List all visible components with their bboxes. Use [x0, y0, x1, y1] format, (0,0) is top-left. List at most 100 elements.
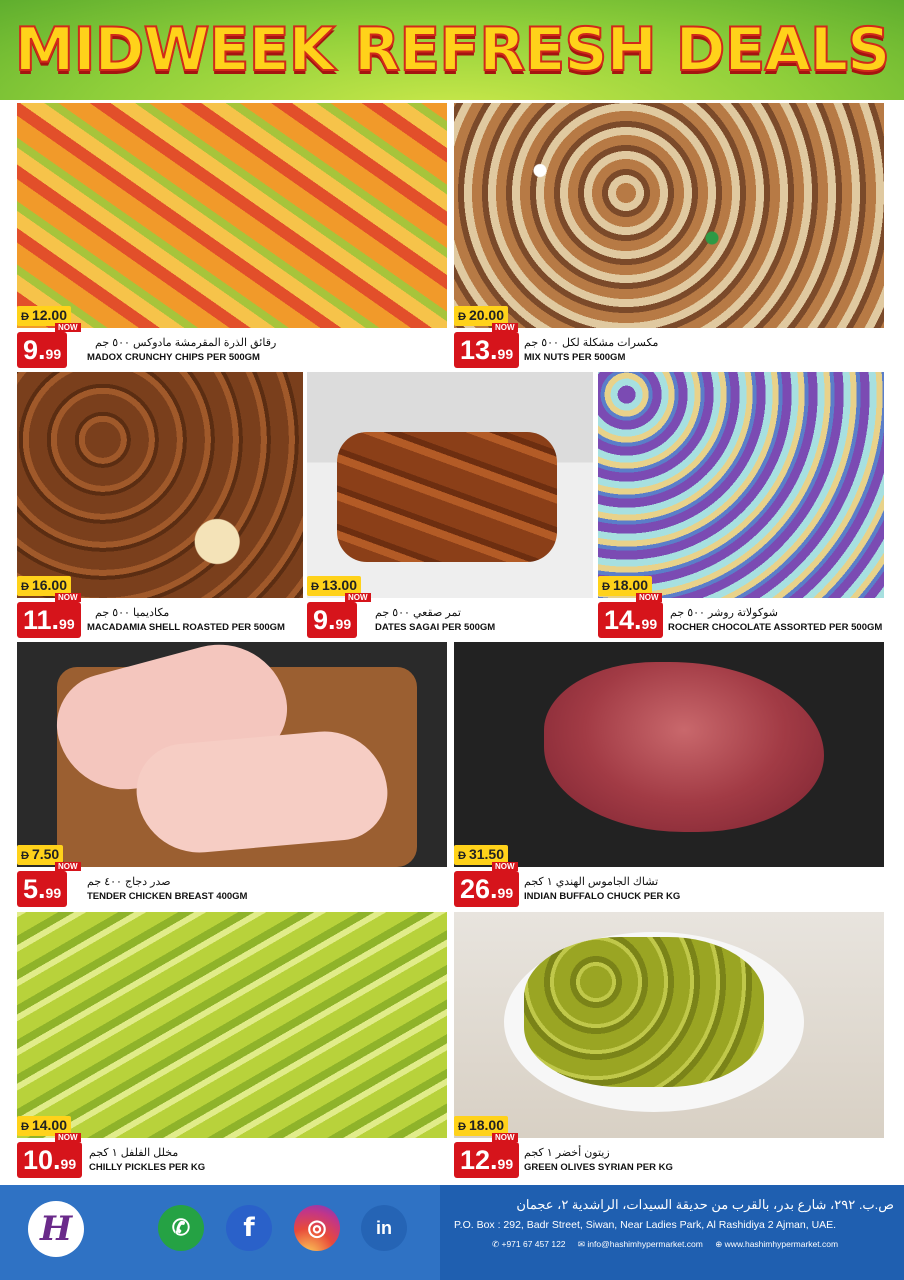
price-dec: 99	[60, 1156, 77, 1172]
product-name-en: DATES SAGAI PER 500GM	[375, 622, 496, 633]
old-price: 7.50	[31, 846, 60, 862]
price-dec: 99	[497, 1156, 514, 1172]
phone-number[interactable]: +971 67 457 122	[501, 1239, 565, 1249]
price-int: 14.	[604, 605, 642, 635]
currency-symbol: D	[458, 1121, 466, 1133]
instagram-glyph: ◎	[307, 1215, 327, 1240]
price-dec: 99	[45, 885, 62, 901]
hashim-logo[interactable]: H	[28, 1201, 84, 1257]
price-badge: 9.99	[307, 602, 358, 638]
product-tile[interactable]: D 18.00 NOW 12.99 زيتون أخضر ١ كجم GREEN …	[454, 912, 884, 1178]
currency-symbol: D	[602, 581, 610, 593]
facebook-icon[interactable]: f	[226, 1205, 272, 1251]
now-label: NOW	[636, 593, 662, 602]
price-badge: 13.99	[454, 332, 520, 368]
price-dec: 99	[497, 346, 514, 362]
price-int: 13.	[460, 335, 498, 365]
product-tile[interactable]: D 13.00 NOW 9.99 تمر صقعي ٥٠٠ جم DATES SA…	[307, 372, 593, 638]
price-dec: 99	[335, 616, 352, 632]
product-name-ar: مخلل الفلفل ١ كجم	[89, 1147, 179, 1159]
price-int: 9.	[313, 605, 336, 635]
price-int: 26.	[460, 874, 498, 904]
product-name-ar: مكسرات مشكلة لكل ٥٠٠ جم	[524, 337, 659, 349]
instagram-icon[interactable]: ◎	[294, 1205, 340, 1251]
price-int: 9.	[23, 335, 46, 365]
whatsapp-icon[interactable]: ✆	[158, 1205, 204, 1251]
old-price: 18.00	[612, 577, 648, 593]
product-name-en: TENDER CHICKEN BREAST 400GM	[87, 891, 248, 902]
product-name-ar: زيتون أخضر ١ كجم	[524, 1147, 610, 1159]
product-name-en: MACADAMIA SHELL ROASTED PER 500GM	[87, 622, 285, 633]
address-panel: ص.ب. ٢٩٢، شارع بدر، بالقرب من حديقة السي…	[440, 1185, 904, 1280]
nuts-image	[454, 103, 884, 328]
currency-symbol: D	[21, 850, 29, 862]
product-tile[interactable]: D 7.50 NOW 5.99 صدر دجاج ٤٠٠ جم TENDER CH…	[17, 642, 447, 907]
dates-image	[307, 372, 593, 598]
now-label: NOW	[55, 862, 81, 871]
now-label: NOW	[492, 323, 518, 332]
now-label: NOW	[55, 323, 81, 332]
old-price: 31.50	[468, 846, 504, 862]
chips-image	[17, 103, 447, 328]
chilly-pickles-image	[17, 912, 447, 1138]
product-tile[interactable]: D 16.00 NOW 11.99 مكاديميا ٥٠٠ جم MACADAM…	[17, 372, 303, 638]
linkedin-icon[interactable]: in	[361, 1205, 407, 1251]
product-name-ar: تشاك الجاموس الهندي ١ كجم	[524, 876, 659, 888]
product-name-en: GREEN OLIVES SYRIAN PER KG	[524, 1162, 673, 1173]
product-name-ar: شوكولاتة روشر ٥٠٠ جم	[670, 607, 778, 619]
product-tile[interactable]: D 31.50 NOW 26.99 تشاك الجاموس الهندي ١ ك…	[454, 642, 884, 907]
now-label: NOW	[55, 593, 81, 602]
price-badge: 9.99	[17, 332, 68, 368]
currency-symbol: D	[21, 311, 29, 323]
product-name-ar: رقائق الذرة المقرمشة مادوكس ٥٠٠ جم	[95, 337, 277, 349]
product-name-en: MADOX CRUNCHY CHIPS PER 500GM	[87, 352, 260, 363]
price-int: 12.	[460, 1145, 498, 1175]
currency-symbol: D	[21, 581, 29, 593]
old-price: 13.00	[321, 577, 357, 593]
green-olives-image	[454, 912, 884, 1138]
product-tile[interactable]: D 12.00 NOW 9.99 رقائق الذرة المقرمشة ماد…	[17, 103, 447, 368]
macadamia-image	[17, 372, 303, 598]
product-name-en: CHILLY PICKLES PER KG	[89, 1162, 206, 1173]
currency-symbol: D	[458, 850, 466, 862]
product-tile[interactable]: D 18.00 NOW 14.99 شوكولاتة روشر ٥٠٠ جم RO…	[598, 372, 884, 638]
price-dec: 99	[45, 346, 62, 362]
facebook-glyph: f	[243, 1213, 255, 1243]
header-banner: MIDWEEK REFRESH DEALS	[0, 0, 904, 100]
product-tile[interactable]: D 14.00 NOW 10.99 مخلل الفلفل ١ كجم CHILL…	[17, 912, 447, 1178]
price-badge: 12.99	[454, 1142, 520, 1178]
now-label: NOW	[345, 593, 371, 602]
currency-symbol: D	[311, 581, 319, 593]
product-name-en: INDIAN BUFFALO CHUCK PER KG	[524, 891, 681, 902]
price-int: 5.	[23, 874, 46, 904]
banner-title: MIDWEEK REFRESH DEALS	[14, 14, 892, 86]
price-int: 10.	[23, 1145, 61, 1175]
email-icon: ✉	[577, 1239, 588, 1249]
email-link[interactable]: info@hashimhypermarket.com	[587, 1239, 702, 1249]
old-price: 20.00	[468, 307, 504, 323]
linkedin-glyph: in	[376, 1217, 392, 1238]
price-badge: 10.99	[17, 1142, 83, 1178]
old-price: 14.00	[31, 1117, 67, 1133]
footer: H ✆ f ◎ in ص.ب. ٢٩٢، شارع بدر، بالقرب من…	[0, 1185, 904, 1280]
now-label: NOW	[492, 1133, 518, 1142]
currency-symbol: D	[21, 1121, 29, 1133]
currency-symbol: D	[458, 311, 466, 323]
product-name-ar: مكاديميا ٥٠٠ جم	[95, 607, 170, 619]
website-link[interactable]: www.hashimhypermarket.com	[725, 1239, 838, 1249]
price-badge: 14.99	[598, 602, 664, 638]
chicken-image	[17, 642, 447, 867]
chocolates-image	[598, 372, 884, 598]
price-dec: 99	[497, 885, 514, 901]
product-tile[interactable]: D 20.00 NOW 13.99 مكسرات مشكلة لكل ٥٠٠ جم…	[454, 103, 884, 368]
product-name-en: ROCHER CHOCOLATE ASSORTED PER 500GM	[668, 622, 883, 633]
old-price: 18.00	[468, 1117, 504, 1133]
price-dec: 99	[59, 616, 75, 632]
buffalo-chuck-image	[454, 642, 884, 867]
price-badge: 26.99	[454, 871, 520, 907]
price-int: 11.	[23, 605, 60, 635]
now-label: NOW	[492, 862, 518, 871]
globe-icon: ⊕	[715, 1239, 725, 1249]
now-label: NOW	[55, 1133, 81, 1142]
price-badge: 5.99	[17, 871, 68, 907]
